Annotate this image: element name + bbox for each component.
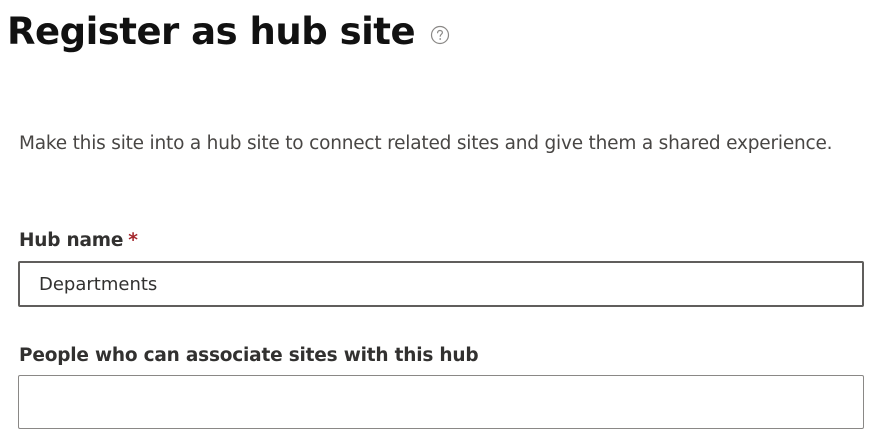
required-marker: * [128, 230, 138, 251]
associate-people-label: People who can associate sites with this… [19, 345, 479, 366]
register-hub-site-panel: Register as hub site Make this site into… [0, 0, 874, 438]
page-title: Register as hub site [7, 10, 416, 53]
hub-name-label: Hub name * [19, 228, 138, 254]
title-row: Register as hub site [7, 6, 450, 58]
hub-name-label-text: Hub name [19, 230, 124, 251]
associate-people-input[interactable] [18, 375, 864, 429]
help-circle-icon[interactable] [430, 25, 450, 45]
description-text: Make this site into a hub site to connec… [19, 133, 833, 154]
hub-name-input[interactable] [18, 261, 864, 307]
